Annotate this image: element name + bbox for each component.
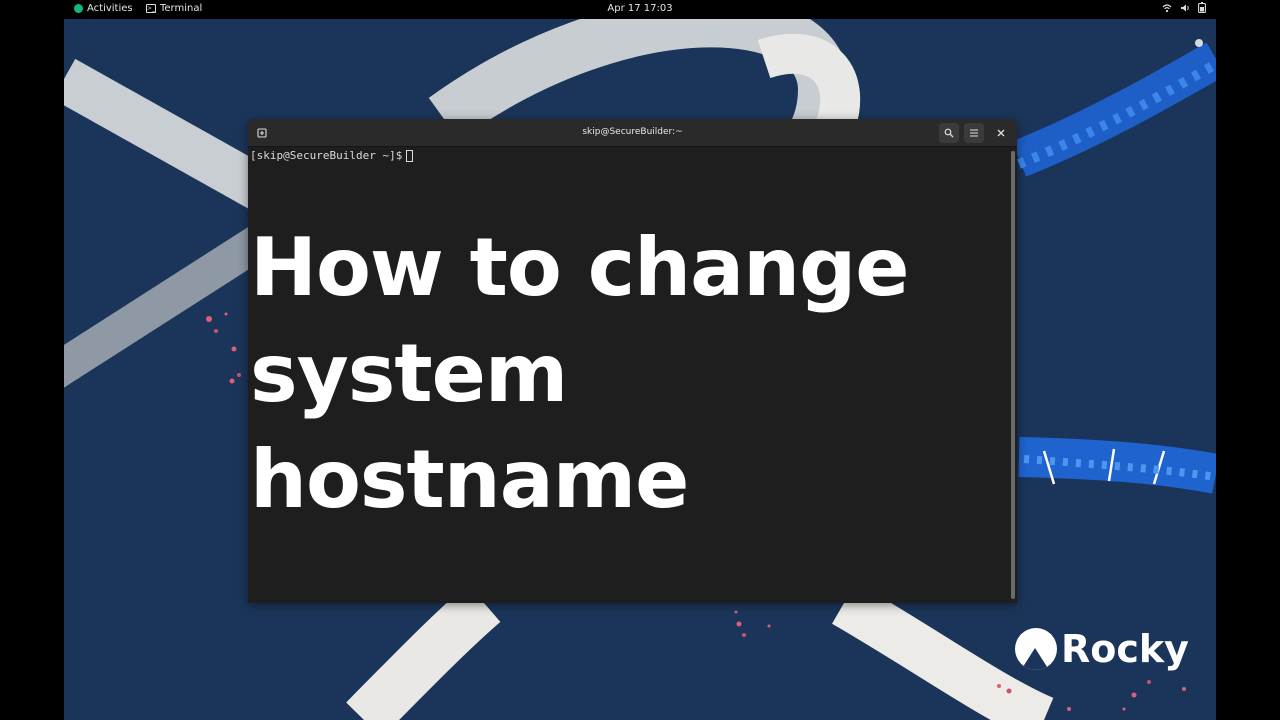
terminal-window[interactable]: skip@SecureBuilder:~ [skip@SecureBuilder… bbox=[248, 119, 1017, 603]
terminal-titlebar[interactable]: skip@SecureBuilder:~ bbox=[248, 119, 1017, 147]
video-title-overlay: How to change system hostname bbox=[250, 215, 910, 533]
rocky-mountain-icon bbox=[1015, 628, 1057, 670]
overlay-line-3: hostname bbox=[250, 433, 689, 526]
window-title: skip@SecureBuilder:~ bbox=[582, 127, 683, 137]
search-icon bbox=[944, 128, 954, 138]
close-icon bbox=[997, 129, 1005, 137]
search-button[interactable] bbox=[939, 123, 959, 143]
text-cursor bbox=[406, 150, 414, 162]
system-tray[interactable] bbox=[1162, 2, 1206, 13]
terminal-scrollbar[interactable] bbox=[1011, 151, 1015, 599]
prompt-text: [skip@SecureBuilder ~]$ bbox=[250, 149, 403, 162]
wifi-icon bbox=[1162, 3, 1172, 12]
volume-icon bbox=[1181, 4, 1189, 11]
hamburger-icon bbox=[970, 129, 978, 137]
hamburger-menu-button[interactable] bbox=[964, 123, 984, 143]
battery-icon bbox=[1198, 2, 1206, 13]
clock[interactable]: Apr 17 17:03 bbox=[0, 3, 1280, 14]
terminal-prompt-line[interactable]: [skip@SecureBuilder ~]$ bbox=[250, 149, 414, 162]
top-bar: Activities >_ Terminal Apr 17 17:03 bbox=[0, 0, 1280, 19]
rocky-brand-logo: Rocky bbox=[1015, 627, 1189, 671]
close-button[interactable] bbox=[991, 123, 1011, 143]
rocky-logo-text: Rocky bbox=[1061, 627, 1189, 671]
overlay-line-2: system bbox=[250, 327, 568, 420]
overlay-line-1: How to change bbox=[250, 221, 910, 314]
